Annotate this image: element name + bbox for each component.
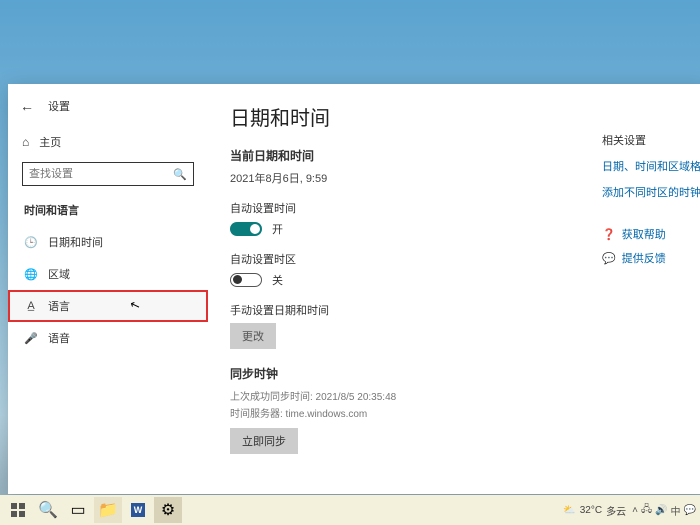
sidebar-heading: 时间和语言 [8, 198, 208, 226]
network-icon[interactable]: 🖧 [641, 502, 652, 519]
home-nav[interactable]: ⌂ 主页 [8, 128, 208, 156]
taskbar-app-word[interactable]: W [124, 497, 152, 523]
auto-tz-state: 关 [272, 272, 283, 288]
get-help-label: 获取帮助 [622, 226, 666, 242]
auto-time-label: 自动设置时间 [230, 200, 580, 216]
gear-icon: ⚙ [161, 500, 175, 520]
language-icon: A̲ [24, 300, 38, 312]
start-button[interactable] [4, 497, 32, 523]
main-content: 日期和时间 当前日期和时间 2021年8月6日, 9:59 自动设置时间 开 自… [208, 84, 602, 494]
feedback-link[interactable]: 💬 提供反馈 [602, 250, 700, 266]
page-title: 日期和时间 [230, 102, 580, 131]
get-help-link[interactable]: ❓ 获取帮助 [602, 226, 700, 242]
sidebar-item-label: 区域 [48, 266, 70, 282]
taskbar-search[interactable]: 🔍 [34, 497, 62, 523]
notifications-icon[interactable]: 💬 [684, 505, 696, 516]
sync-clock-heading: 同步时钟 [230, 365, 580, 382]
taskbar-app-explorer[interactable]: 📁 [94, 497, 122, 523]
ime-icon[interactable]: 中 [671, 503, 681, 518]
help-icon: ❓ [602, 228, 616, 241]
time-server-text: 时间服务器: time.windows.com [230, 405, 580, 420]
taskbar-right: ⛅ 32°C 多云 ˄ 🖧 🔊 中 💬 [563, 502, 696, 519]
volume-icon[interactable]: 🔊 [655, 505, 667, 516]
weather-widget[interactable]: ⛅ 32°C 多云 [563, 503, 626, 518]
search-icon: 🔍 [38, 500, 58, 520]
settings-window: ← 设置 ⌂ 主页 🔍 时间和语言 🕒 日期和时间 🌐 区域 A̲ 语言 ↖ 🎤… [8, 84, 700, 494]
manual-set-label: 手动设置日期和时间 [230, 302, 580, 318]
sidebar-item-datetime[interactable]: 🕒 日期和时间 [8, 226, 208, 258]
clock-icon: 🕒 [24, 236, 38, 249]
feedback-icon: 💬 [602, 252, 616, 265]
link-datetime-format[interactable]: 日期、时间和区域格式设置 [602, 158, 700, 174]
sync-now-button[interactable]: 立即同步 [230, 428, 298, 454]
feedback-label: 提供反馈 [622, 250, 666, 266]
weather-icon: ⛅ [563, 505, 575, 516]
sidebar: ← 设置 ⌂ 主页 🔍 时间和语言 🕒 日期和时间 🌐 区域 A̲ 语言 ↖ 🎤… [8, 84, 208, 494]
globe-icon: 🌐 [24, 268, 38, 281]
taskbar-taskview[interactable]: ▭ [64, 497, 92, 523]
search-icon: 🔍 [173, 168, 187, 181]
related-settings-heading: 相关设置 [602, 132, 700, 148]
last-sync-text: 上次成功同步时间: 2021/8/5 20:35:48 [230, 388, 580, 403]
windows-icon [11, 503, 25, 517]
home-icon: ⌂ [22, 135, 29, 149]
link-add-timezone[interactable]: 添加不同时区的时钟 [602, 184, 700, 200]
sidebar-item-speech[interactable]: 🎤 语音 [8, 322, 208, 354]
change-button[interactable]: 更改 [230, 323, 276, 349]
system-tray[interactable]: ˄ 🖧 🔊 中 💬 [632, 502, 696, 519]
taskview-icon: ▭ [70, 500, 85, 520]
sidebar-item-label: 日期和时间 [48, 234, 103, 250]
auto-tz-toggle[interactable] [230, 273, 262, 287]
taskbar: 🔍 ▭ 📁 W ⚙ ⛅ 32°C 多云 ˄ 🖧 🔊 中 💬 [0, 495, 700, 525]
home-label: 主页 [39, 134, 61, 150]
word-icon: W [131, 503, 146, 517]
right-pane: 相关设置 日期、时间和区域格式设置 添加不同时区的时钟 ❓ 获取帮助 💬 提供反… [602, 84, 700, 494]
cursor-icon: ↖ [128, 297, 142, 314]
current-datetime-label: 当前日期和时间 [230, 147, 580, 164]
weather-desc: 多云 [606, 503, 626, 518]
search-input[interactable] [29, 168, 173, 180]
taskbar-app-settings[interactable]: ⚙ [154, 497, 182, 523]
mic-icon: 🎤 [24, 332, 38, 345]
weather-temp: 32°C [580, 505, 602, 516]
sidebar-item-label: 语音 [48, 330, 70, 346]
sidebar-item-label: 语言 [48, 298, 70, 314]
auto-time-state: 开 [272, 221, 283, 237]
folder-icon: 📁 [98, 500, 118, 520]
auto-time-toggle[interactable] [230, 222, 262, 236]
current-datetime-value: 2021年8月6日, 9:59 [230, 170, 580, 186]
search-box[interactable]: 🔍 [22, 162, 194, 186]
chevron-up-icon[interactable]: ˄ [632, 505, 638, 516]
sidebar-item-region[interactable]: 🌐 区域 [8, 258, 208, 290]
auto-tz-label: 自动设置时区 [230, 251, 580, 267]
window-topbar: ← 设置 [8, 94, 208, 118]
back-button[interactable]: ← [20, 98, 34, 114]
sidebar-item-language[interactable]: A̲ 语言 ↖ [8, 290, 208, 322]
taskbar-left: 🔍 ▭ 📁 W ⚙ [4, 497, 182, 523]
app-label: 设置 [48, 98, 70, 114]
